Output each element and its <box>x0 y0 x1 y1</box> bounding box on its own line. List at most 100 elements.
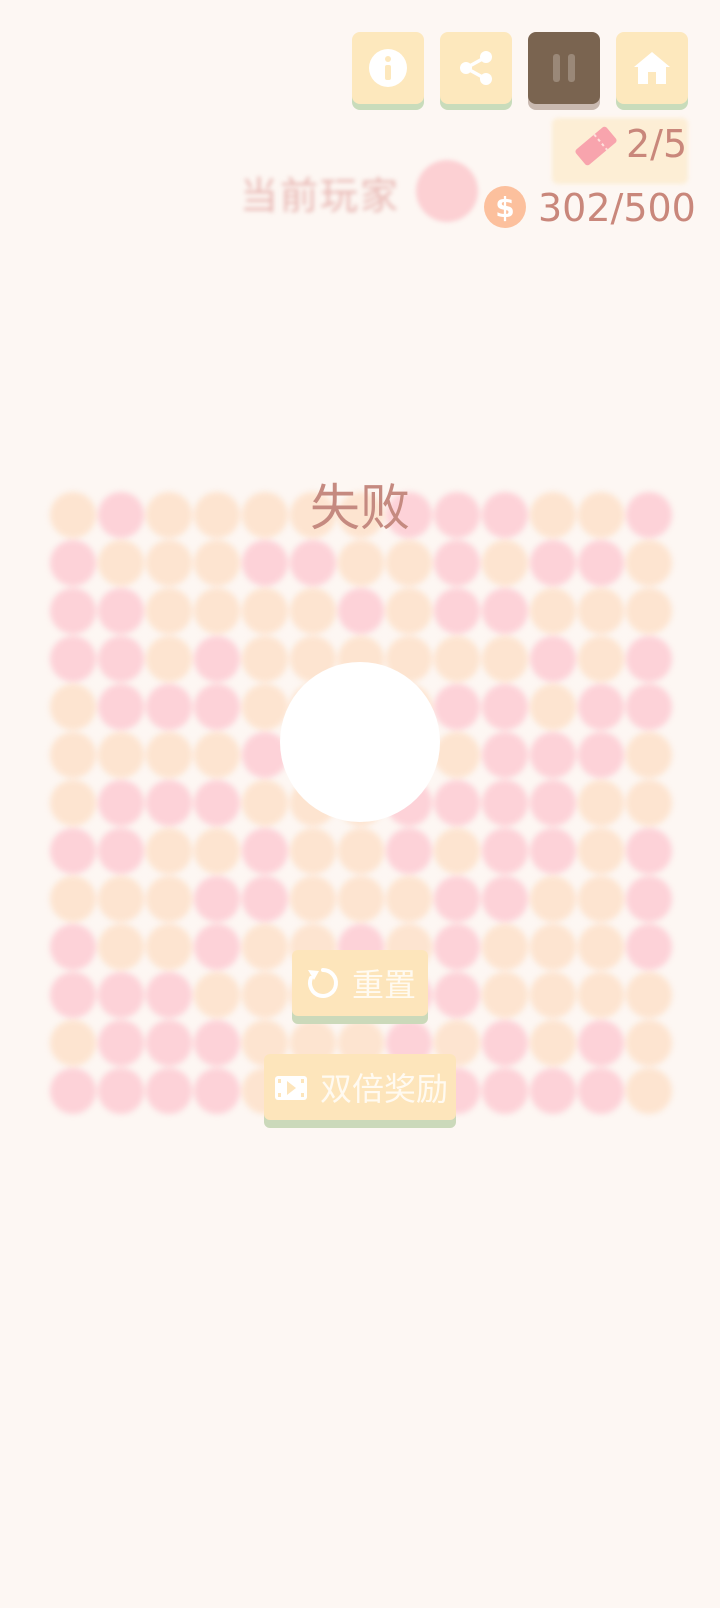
board-cell <box>146 588 192 634</box>
board-cell <box>98 636 144 682</box>
board-cell <box>50 924 96 970</box>
board-cell <box>482 636 528 682</box>
result-title: 失败 <box>310 479 410 537</box>
board-cell <box>50 588 96 634</box>
board-cell <box>98 732 144 778</box>
result-emblem <box>280 662 440 822</box>
info-button[interactable] <box>352 32 424 104</box>
board-cell <box>482 1020 528 1066</box>
board-cell <box>98 684 144 730</box>
board-cell <box>242 780 288 826</box>
board-cell <box>386 588 432 634</box>
double-reward-button[interactable]: 双倍奖励 <box>264 1054 456 1120</box>
board-cell <box>242 828 288 874</box>
board-cell <box>194 684 240 730</box>
board-cell <box>578 924 624 970</box>
board-cell <box>434 732 480 778</box>
board-cell <box>530 780 576 826</box>
board-cell <box>146 828 192 874</box>
board-cell <box>530 636 576 682</box>
board-cell <box>98 780 144 826</box>
pause-button[interactable] <box>528 32 600 104</box>
reset-label: 重置 <box>351 966 416 1004</box>
board-cell <box>482 540 528 586</box>
board-cell <box>98 1068 144 1114</box>
board-cell <box>242 924 288 970</box>
board-cell <box>194 1068 240 1114</box>
board-cell <box>434 972 480 1018</box>
board-cell <box>434 828 480 874</box>
board-cell <box>242 636 288 682</box>
board-cell <box>626 588 672 634</box>
board-cell <box>434 540 480 586</box>
board-cell <box>146 1020 192 1066</box>
board-cell <box>242 540 288 586</box>
board-cell <box>338 540 384 586</box>
board-cell <box>50 732 96 778</box>
video-icon <box>274 1076 307 1100</box>
board-cell <box>626 1020 672 1066</box>
board-cell <box>50 540 96 586</box>
board-cell <box>290 588 336 634</box>
board-cell <box>626 1068 672 1114</box>
home-icon <box>634 52 670 84</box>
info-icon <box>369 49 407 87</box>
board-cell <box>482 780 528 826</box>
board-cell <box>242 876 288 922</box>
board-cell <box>50 636 96 682</box>
board-cell <box>146 780 192 826</box>
board-cell <box>578 876 624 922</box>
board-cell <box>50 684 96 730</box>
board-cell <box>194 1020 240 1066</box>
board-cell <box>434 780 480 826</box>
board-cell <box>194 780 240 826</box>
board-cell <box>98 540 144 586</box>
reset-icon <box>307 968 338 998</box>
board-cell <box>50 1068 96 1114</box>
board-cell <box>578 1020 624 1066</box>
board-cell <box>578 588 624 634</box>
board-cell <box>530 684 576 730</box>
board-cell <box>626 972 672 1018</box>
board-cell <box>194 732 240 778</box>
reset-button[interactable]: 重置 <box>292 950 428 1016</box>
board-cell <box>194 588 240 634</box>
board-cell <box>98 876 144 922</box>
board-cell <box>434 684 480 730</box>
board-cell <box>434 588 480 634</box>
board-cell <box>146 972 192 1018</box>
board-cell <box>194 828 240 874</box>
board-cell <box>626 540 672 586</box>
board-cell <box>98 1020 144 1066</box>
home-button[interactable] <box>616 32 688 104</box>
board-cell <box>98 588 144 634</box>
share-button[interactable] <box>440 32 512 104</box>
coin-icon: $ <box>484 186 526 228</box>
board-cell <box>386 828 432 874</box>
board-cell <box>242 972 288 1018</box>
board-cell <box>578 1068 624 1114</box>
board-cell <box>626 924 672 970</box>
board-cell <box>530 972 576 1018</box>
coin-count: 302/500 <box>538 186 696 230</box>
board-cell <box>194 636 240 682</box>
board-cell <box>194 924 240 970</box>
board-cell <box>338 588 384 634</box>
double-reward-label: 双倍奖励 <box>319 1070 448 1108</box>
board-cell <box>530 1068 576 1114</box>
board-cell <box>50 780 96 826</box>
board-cell <box>98 972 144 1018</box>
board-cell <box>434 924 480 970</box>
board-cell <box>626 732 672 778</box>
ticket-count: 2/5 <box>626 122 688 166</box>
board-cell <box>98 828 144 874</box>
board-cell <box>482 588 528 634</box>
current-player-label: 当前玩家 <box>240 174 401 218</box>
board-cell <box>146 924 192 970</box>
board-cell <box>626 684 672 730</box>
board-cell <box>626 636 672 682</box>
board-cell <box>530 1020 576 1066</box>
ticket-icon <box>575 126 617 166</box>
board-cell <box>146 1068 192 1114</box>
board-cell <box>98 924 144 970</box>
